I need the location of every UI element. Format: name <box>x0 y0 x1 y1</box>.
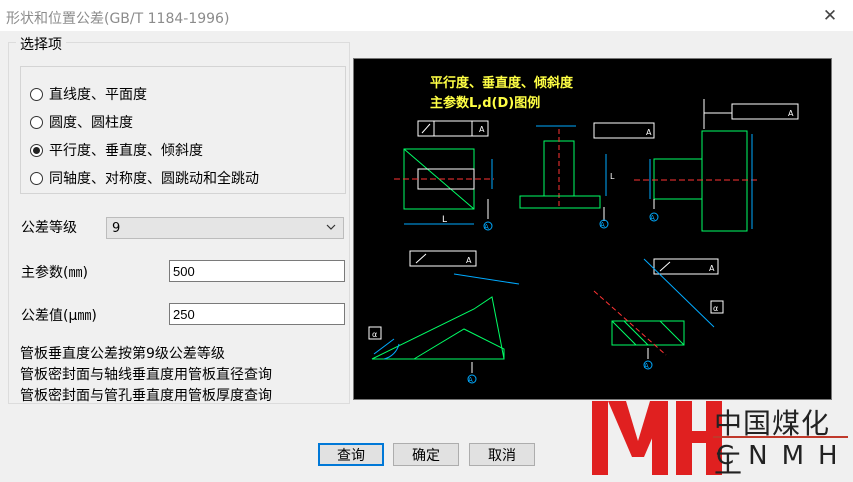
chevron-down-icon <box>325 220 337 237</box>
info-line: 管板垂直度公差按第9级公差等级 <box>20 346 225 362</box>
window-title: 形状和位置公差(GB/T 1184-1996) <box>6 11 230 27</box>
svg-text:A: A <box>709 264 715 273</box>
radio-button[interactable] <box>30 87 43 101</box>
svg-text:A: A <box>646 128 652 137</box>
diagram-drawing: 平行度、垂直度、倾斜度 主参数L,d(D)图例 L A A A A L A A … <box>368 75 799 384</box>
radio-roundness[interactable]: 圆度、圆柱度 <box>30 111 133 133</box>
svg-text:A: A <box>788 109 794 118</box>
ok-button[interactable]: 确定 <box>393 443 459 466</box>
svg-text:L: L <box>610 172 615 181</box>
svg-text:L: L <box>442 215 447 225</box>
svg-text:A: A <box>479 125 485 134</box>
svg-text:A: A <box>468 376 473 384</box>
radio-label: 平行度、垂直度、倾斜度 <box>49 143 203 159</box>
diagram-title-1: 平行度、垂直度、倾斜度 <box>430 75 574 91</box>
radio-button-selected[interactable] <box>30 143 43 157</box>
svg-text:A: A <box>644 362 649 370</box>
groupbox-legend: 选择项 <box>16 34 66 54</box>
tolerance-label: 公差值(μ㎜) <box>21 308 97 324</box>
info-line: 管板密封面与轴线垂直度用管板直径查询 <box>20 367 272 383</box>
radio-parallelism[interactable]: 平行度、垂直度、倾斜度 <box>30 139 203 161</box>
svg-text:A: A <box>650 214 655 222</box>
title-bar: 形状和位置公差(GB/T 1184-1996) ✕ <box>0 0 853 31</box>
svg-text:A: A <box>484 223 489 231</box>
info-line: 管板密封面与管孔垂直度用管板厚度查询 <box>20 388 272 404</box>
figure-perpendicularity-shaft <box>634 99 799 232</box>
logo-divider <box>713 436 848 438</box>
main-param-input[interactable] <box>169 260 345 282</box>
radio-label: 圆度、圆柱度 <box>49 115 133 131</box>
tolerance-input[interactable] <box>169 303 345 325</box>
radio-button[interactable] <box>30 171 43 185</box>
radio-straightness[interactable]: 直线度、平面度 <box>30 83 147 105</box>
figure-perpendicularity-column <box>519 122 655 229</box>
svg-text:A: A <box>600 221 605 229</box>
svg-text:A: A <box>466 256 472 265</box>
grade-select[interactable]: 9 <box>106 217 344 239</box>
figure-parallelism <box>394 120 494 231</box>
radio-label: 直线度、平面度 <box>49 87 147 103</box>
diagram-title-2: 主参数L,d(D)图例 <box>430 95 540 111</box>
radio-button[interactable] <box>30 115 43 129</box>
close-icon[interactable]: ✕ <box>815 5 845 27</box>
radio-label: 同轴度、对称度、圆跳动和全跳动 <box>49 171 259 187</box>
figure-inclination-hole <box>593 258 724 370</box>
tolerance-type-panel: 直线度、平面度 圆度、圆柱度 平行度、垂直度、倾斜度 同轴度、对称度、圆跳动和全… <box>20 66 346 194</box>
grade-value: 9 <box>112 221 121 236</box>
grade-label: 公差等级 <box>21 220 77 236</box>
svg-text:α: α <box>372 330 377 339</box>
query-button[interactable]: 查询 <box>318 443 384 466</box>
figure-inclination-block <box>368 250 520 384</box>
radio-coaxiality[interactable]: 同轴度、对称度、圆跳动和全跳动 <box>30 167 259 189</box>
svg-text:α: α <box>713 304 718 313</box>
cancel-button[interactable]: 取消 <box>469 443 535 466</box>
tolerance-diagram: 平行度、垂直度、倾斜度 主参数L,d(D)图例 L A A A A L A A … <box>353 58 832 400</box>
logo-text-en: CNMHG <box>716 441 853 471</box>
main-param-label: 主参数(㎜) <box>21 265 88 281</box>
